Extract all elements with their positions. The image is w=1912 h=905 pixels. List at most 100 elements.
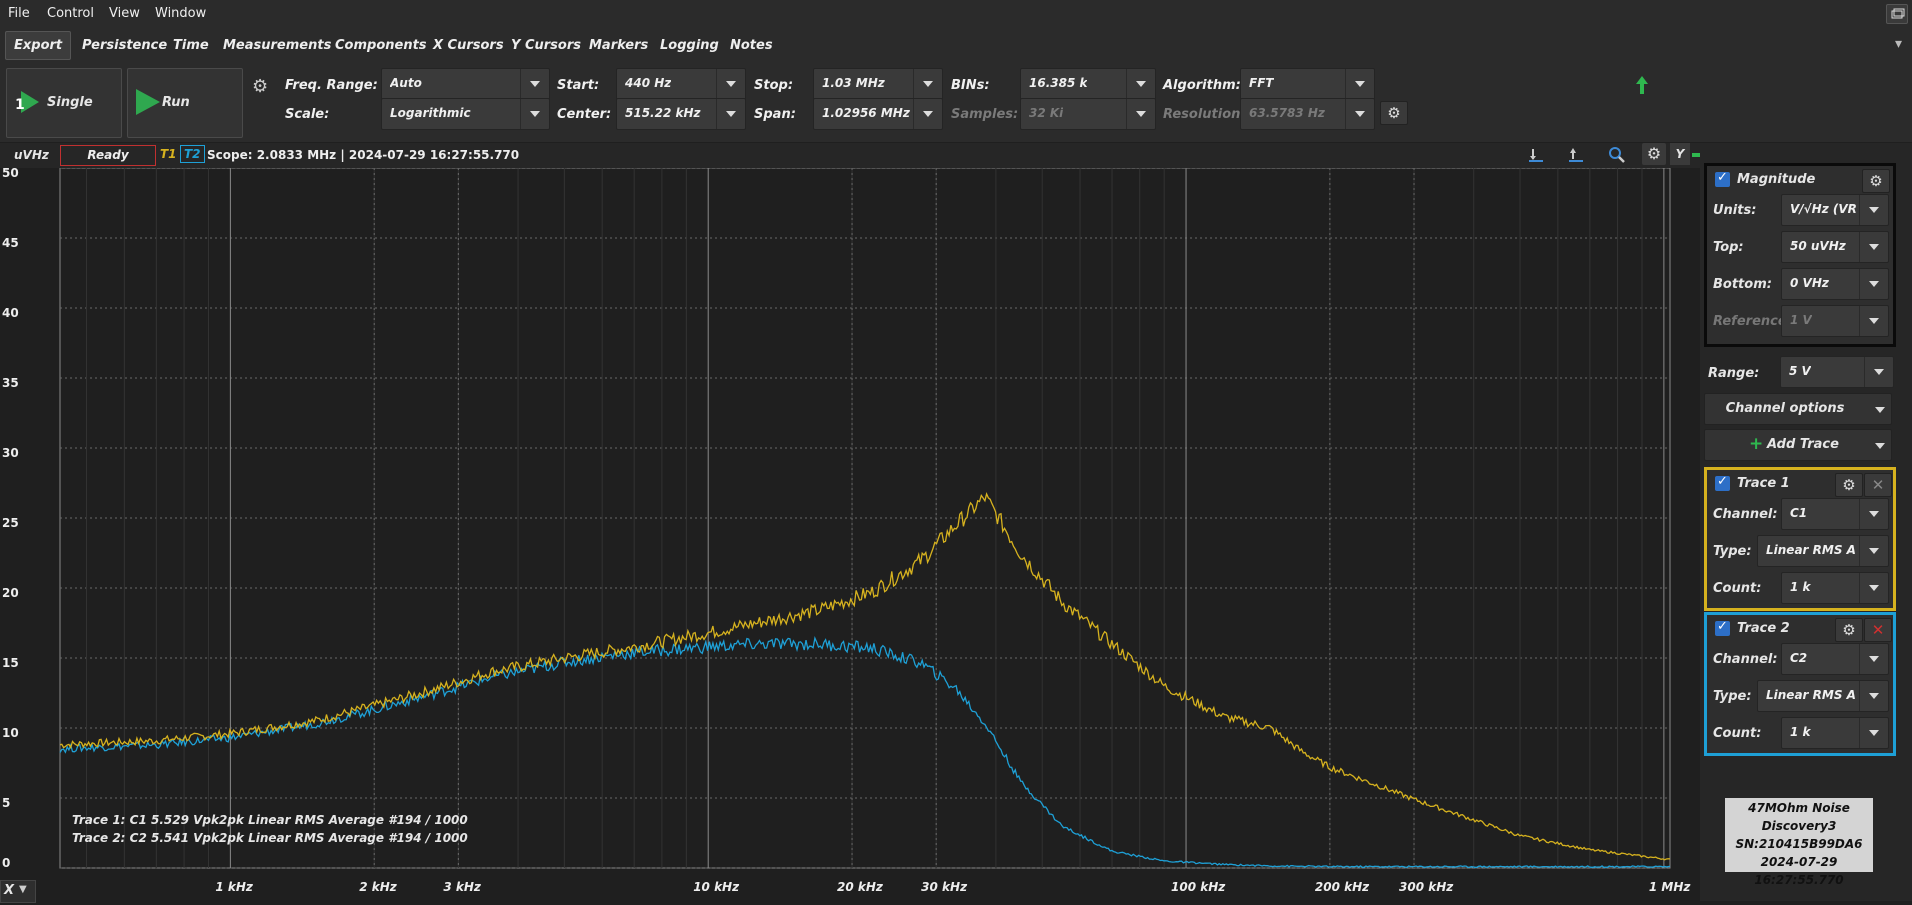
fft-settings-gear-icon[interactable]: ⚙: [1380, 101, 1408, 125]
trace1-count-input[interactable]: 1 k: [1781, 572, 1889, 604]
channel-options-button[interactable]: Channel options: [1704, 393, 1892, 425]
scale-label: Scale:: [285, 107, 330, 122]
x-tick-label: 1 kHz: [215, 880, 253, 894]
single-button[interactable]: 1 Single: [6, 68, 122, 138]
tab-y-cursors[interactable]: Y Cursors: [511, 38, 581, 53]
bins-input[interactable]: 16.385 k: [1020, 68, 1156, 100]
tab-measurements[interactable]: Measurements: [223, 38, 331, 53]
chevron-down-icon: [1864, 357, 1893, 387]
trace1-channel-select[interactable]: C1: [1781, 498, 1889, 530]
stop-input[interactable]: 1.03 MHz: [813, 68, 943, 100]
start-input[interactable]: 440 Hz: [616, 68, 746, 100]
tab-notes[interactable]: Notes: [730, 38, 773, 53]
trace1-annotation: Trace 1: C1 5.529 Vpk2pk Linear RMS Aver…: [72, 813, 468, 827]
trace2-title: Trace 2: [1737, 621, 1790, 636]
menu-window[interactable]: Window: [155, 6, 206, 21]
tab-bar-toggle-icon[interactable]: ▾: [1895, 36, 1902, 52]
menu-file[interactable]: File: [8, 6, 30, 21]
tab-logging[interactable]: Logging: [660, 38, 719, 53]
svg-text:1: 1: [15, 97, 25, 113]
units-select[interactable]: V/√Hz (VR: [1781, 194, 1889, 226]
trace2-channel-label: Channel:: [1713, 652, 1778, 667]
chevron-down-icon: [1345, 99, 1374, 129]
chevron-down-icon: [1126, 99, 1155, 129]
scale-select[interactable]: Logarithmic: [381, 98, 550, 130]
magnitude-checkbox[interactable]: [1715, 170, 1730, 187]
plot-settings-gear-icon[interactable]: ⚙: [1642, 143, 1666, 165]
spectrum-plot-area[interactable]: 0 5 10 15 20 25 30 35 40 45 50 1 kHz 2 kHz 3 kHz 10 k…: [0, 166, 1700, 903]
x-tick-label: 2 kHz: [359, 880, 397, 894]
device-info-box: 47MOhm Noise Discovery3 SN:210415B99DA6 …: [1725, 798, 1873, 887]
menu-control[interactable]: Control: [47, 6, 94, 21]
chevron-down-icon: [1859, 269, 1888, 299]
trace2-checkbox[interactable]: [1715, 619, 1730, 636]
samples-input[interactable]: 32 Ki: [1020, 98, 1156, 130]
tab-persistence[interactable]: Persistence: [82, 38, 167, 53]
magnitude-gear-icon[interactable]: ⚙: [1862, 169, 1890, 193]
x-tick-label: 100 kHz: [1171, 880, 1226, 894]
tab-markers[interactable]: Markers: [589, 38, 648, 53]
trace1-type-select[interactable]: Linear RMS A: [1757, 535, 1889, 567]
resolution-input[interactable]: 63.5783 Hz: [1240, 98, 1375, 130]
trace1-badge[interactable]: T1: [160, 147, 177, 161]
center-input[interactable]: 515.22 kHz: [616, 98, 746, 130]
chevron-down-icon: [716, 69, 745, 99]
chevron-down-icon: [1875, 407, 1885, 413]
trace2-channel-select[interactable]: C2: [1781, 643, 1889, 675]
trace2-badge[interactable]: T2: [180, 145, 205, 163]
freq-range-select[interactable]: Auto: [381, 68, 550, 100]
run-settings-gear-icon[interactable]: ⚙: [252, 76, 268, 97]
trace1-gear-icon[interactable]: ⚙: [1835, 473, 1863, 497]
y-tick-label: 50: [2, 166, 19, 180]
run-play-icon: [136, 89, 160, 115]
tab-x-cursors[interactable]: X Cursors: [433, 38, 504, 53]
trace2-close-icon[interactable]: ✕: [1864, 618, 1892, 642]
chevron-down-icon: [1126, 69, 1155, 99]
cursor-down-icon[interactable]: [1527, 147, 1545, 163]
spectrum-chart[interactable]: [0, 167, 1700, 901]
trace2-gear-icon[interactable]: ⚙: [1835, 618, 1863, 642]
zoom-icon[interactable]: [1608, 146, 1626, 164]
x-tick-label: 20 kHz: [837, 880, 883, 894]
y-axis-button[interactable]: Y: [1670, 143, 1690, 165]
tab-time[interactable]: Time: [173, 38, 209, 53]
window-restore-icon[interactable]: [1886, 4, 1908, 24]
trace1-checkbox[interactable]: [1715, 474, 1730, 491]
menu-bar: File Control View Window: [0, 0, 1912, 28]
top-label: Top:: [1713, 240, 1744, 255]
tab-export[interactable]: Export: [5, 31, 72, 60]
span-input[interactable]: 1.02956 MHz: [813, 98, 943, 130]
run-button[interactable]: Run: [127, 68, 243, 138]
trace1-close-icon[interactable]: ✕: [1864, 473, 1892, 497]
range-select[interactable]: 5 V: [1780, 356, 1894, 388]
top-input[interactable]: 50 uVHz: [1781, 231, 1889, 263]
algorithm-select[interactable]: FFT: [1240, 68, 1375, 100]
trace1-panel: Trace 1 ⚙ ✕ Channel: C1 Type: Linear RMS…: [1704, 467, 1896, 611]
chevron-down-icon: [1859, 536, 1888, 566]
chevron-down-icon: [1859, 195, 1888, 225]
chevron-down-icon: ▼: [19, 884, 27, 895]
arrow-up-icon[interactable]: [1634, 74, 1650, 96]
cursor-up-icon[interactable]: [1567, 147, 1585, 163]
x-axis-select[interactable]: X ▼: [0, 880, 36, 903]
y-tick-label: 15: [2, 656, 19, 670]
toolbar: 1 Single Run ⚙ Freq. Range: Auto Scale: …: [0, 64, 1912, 142]
x-tick-label: 30 kHz: [921, 880, 968, 894]
resolution-label: Resolution:: [1163, 107, 1246, 122]
single-label: Single: [47, 95, 93, 110]
bottom-input[interactable]: 0 VHz: [1781, 268, 1889, 300]
chevron-down-icon: [913, 69, 942, 99]
ready-status-badge: Ready: [60, 145, 156, 166]
tab-components[interactable]: Components: [335, 38, 427, 53]
trace2-count-input[interactable]: 1 k: [1781, 717, 1889, 749]
x-tick-label: 200 kHz: [1314, 880, 1370, 894]
trace1-title: Trace 1: [1737, 476, 1790, 491]
trace2-type-select[interactable]: Linear RMS A: [1757, 680, 1889, 712]
reference-input[interactable]: 1 V: [1781, 305, 1889, 337]
trace2-type-label: Type:: [1713, 689, 1752, 704]
add-trace-button[interactable]: + Add Trace: [1704, 429, 1892, 461]
channel-options-label: Channel options: [1725, 401, 1845, 416]
chevron-down-icon: [1859, 499, 1888, 529]
menu-view[interactable]: View: [109, 6, 140, 21]
y-tick-label: 45: [2, 236, 19, 250]
